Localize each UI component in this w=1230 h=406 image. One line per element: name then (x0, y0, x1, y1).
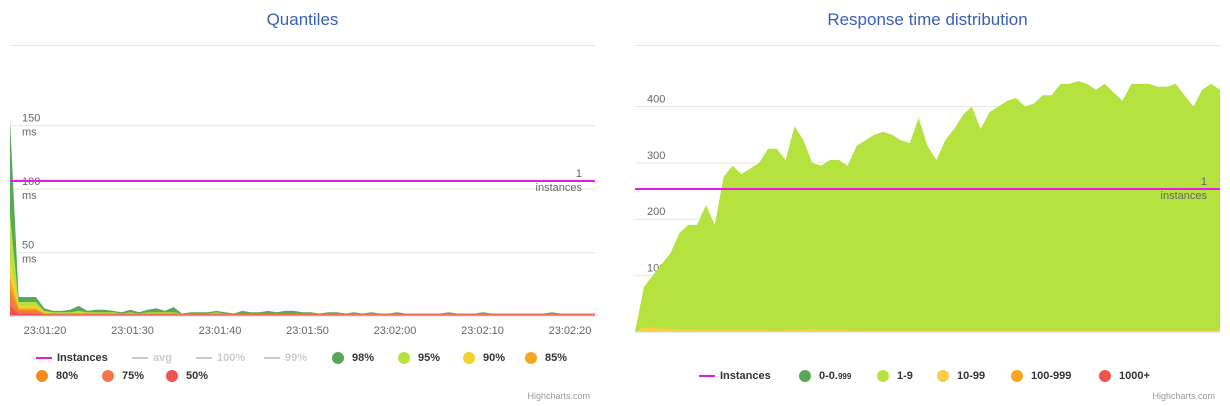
legend-line-icon (264, 357, 280, 359)
legend-item-85-[interactable]: 85% (525, 352, 567, 364)
legend: Instances avg 100% 99% 98% 95% 90% 85% 80% 75% 50% (0, 340, 605, 390)
legend-item-0-0-999[interactable]: 0-0.999 (799, 370, 851, 382)
legend-label: 100% (217, 352, 246, 364)
y-tick-unit: ms (22, 127, 37, 139)
legend-item-99-[interactable]: 99% (264, 352, 307, 364)
y-tick-unit: ms (22, 190, 37, 202)
legend-item-90-[interactable]: 90% (463, 352, 505, 364)
x-tick-label: 23:01:40 (199, 325, 242, 337)
legend-item-95-[interactable]: 95% (398, 352, 440, 364)
legend-item-75-[interactable]: 75% (102, 370, 144, 382)
y-tick-label: 200 (647, 206, 665, 218)
legend-dot-icon (36, 370, 48, 382)
y-tick-label: 150 (22, 113, 40, 125)
response-time-panel: Response time distribution 4003002001002… (625, 0, 1230, 406)
instances-unit-label: instances (536, 182, 583, 194)
legend-label: avg (153, 352, 172, 364)
legend-line-icon (132, 357, 148, 359)
y-tick-unit: ms (22, 254, 37, 266)
legend-label: 80% (56, 370, 79, 382)
legend-label: 75% (122, 370, 145, 382)
legend-label: Instances (720, 370, 771, 382)
x-tick-label: 23:02:10 (461, 325, 504, 337)
legend-label: 98% (352, 352, 375, 364)
legend-line-icon (196, 357, 212, 359)
legend-label: 100-999 (1031, 370, 1072, 382)
legend-dot-icon (1011, 370, 1023, 382)
series-area-90- (10, 258, 595, 316)
legend-line-icon (699, 375, 715, 377)
instances-value-label: 1 (576, 168, 582, 180)
legend-label: 0-0.999 (819, 370, 852, 382)
legend-item-instances[interactable]: Instances (36, 352, 108, 364)
series-area-95- (10, 214, 595, 316)
x-tick-label: 23:01:30 (111, 325, 154, 337)
legend-label: 90% (483, 352, 506, 364)
legend-label: 1000+ (1119, 370, 1150, 382)
legend-label: 50% (186, 370, 209, 382)
series-area-1-9 (635, 81, 1220, 332)
legend-dot-icon (463, 352, 475, 364)
legend-item-10-99[interactable]: 10-99 (937, 370, 985, 382)
credits-link[interactable]: Highcharts.com (527, 391, 590, 401)
y-tick-label: 400 (647, 93, 665, 105)
legend-item-1000-[interactable]: 1000+ (1099, 370, 1150, 382)
y-tick-label: 300 (647, 150, 665, 162)
legend-item-80-[interactable]: 80% (36, 370, 78, 382)
legend-label: 85% (545, 352, 568, 364)
quantiles-panel: Quantiles 150 ms 100 ms 50 ms 23:01:20 23:01:30… (0, 0, 605, 406)
legend-line-icon (36, 357, 52, 359)
instances-unit-label: instances (1161, 190, 1208, 202)
quantiles-plot: 150 ms 100 ms 50 ms 23:01:20 23:01:30 23:01:40 23… (10, 113, 595, 337)
legend-item-50-[interactable]: 50% (166, 370, 208, 382)
credits-link[interactable]: Highcharts.com (1152, 391, 1215, 401)
legend-label: Instances (57, 352, 108, 364)
series-area-98- (10, 119, 595, 316)
y-tick-label: 100 (22, 176, 40, 188)
instances-value-label: 1 (1201, 176, 1207, 188)
legend-dot-icon (937, 370, 949, 382)
legend-item-98-[interactable]: 98% (332, 352, 374, 364)
legend-label: 99% (285, 352, 308, 364)
legend-item-instances[interactable]: Instances (699, 370, 771, 382)
legend-item-avg[interactable]: avg (132, 352, 172, 364)
legend-label: 95% (418, 352, 441, 364)
legend: Instances 0-0.999 1-9 10-99 100-999 1000+ (625, 340, 1230, 390)
x-tick-label: 23:01:20 (24, 325, 67, 337)
legend-dot-icon (398, 352, 410, 364)
x-tick-label: 23:02:20 (549, 325, 592, 337)
legend-label: 1-9 (897, 370, 913, 382)
legend-item-1-9[interactable]: 1-9 (877, 370, 913, 382)
legend-dot-icon (332, 352, 344, 364)
legend-dot-icon (1099, 370, 1111, 382)
legend-label: 10-99 (957, 370, 986, 382)
legend-item-100-999[interactable]: 100-999 (1011, 370, 1071, 382)
legend-item-100-[interactable]: 100% (196, 352, 245, 364)
x-tick-label: 23:02:00 (374, 325, 417, 337)
legend-dot-icon (166, 370, 178, 382)
y-tick-label: 50 (22, 240, 34, 252)
response-time-plot: 40030020010023:01:2023:01:3023:01:4023:0… (635, 81, 1220, 333)
legend-dot-icon (877, 370, 889, 382)
legend-dot-icon (525, 352, 537, 364)
x-tick-label: 23:01:50 (286, 325, 329, 337)
legend-dot-icon (799, 370, 811, 382)
legend-dot-icon (102, 370, 114, 382)
